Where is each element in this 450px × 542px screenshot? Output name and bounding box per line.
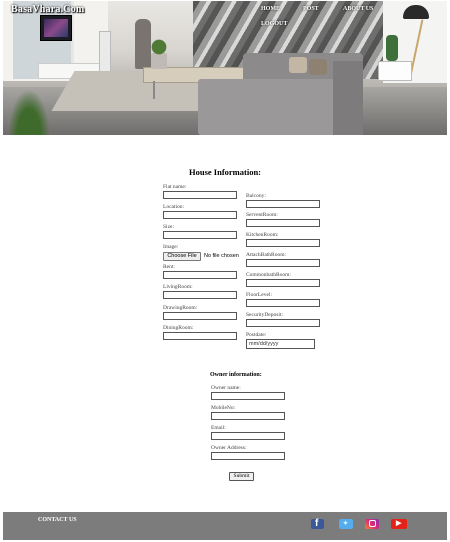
owner-info-title: Owner information:: [210, 372, 262, 378]
email-label: Email:: [211, 425, 226, 431]
hero-plant: [149, 39, 169, 55]
drawing-room-input[interactable]: [163, 312, 237, 320]
security-deposit-input[interactable]: [246, 319, 320, 327]
balcony-label: Balcony:: [246, 193, 266, 199]
servent-room-input[interactable]: [246, 219, 320, 227]
owner-address-input[interactable]: [211, 452, 285, 460]
hero-banner: BasaVhara.Com HOME POST ABOUT US LOGOUT: [3, 1, 447, 135]
hero-tv: [40, 15, 72, 41]
servent-room-label: ServentRoom:: [246, 212, 278, 218]
mobile-no-input[interactable]: [211, 412, 285, 420]
flat-name-label: Flat name:: [163, 184, 187, 190]
instagram-icon[interactable]: [365, 519, 379, 529]
attach-bathroom-input[interactable]: [246, 259, 320, 267]
youtube-icon[interactable]: ▶: [391, 519, 407, 529]
floor-level-input[interactable]: [246, 299, 320, 307]
footer: CONTACT US f ✦ ▶: [3, 512, 447, 540]
owner-name-label: Owner name:: [211, 385, 241, 391]
flat-name-input[interactable]: [163, 191, 237, 199]
living-room-label: LivingRoom:: [163, 284, 193, 290]
contact-us-link[interactable]: CONTACT US: [38, 517, 77, 523]
nav-logout[interactable]: LOGOUT: [261, 21, 287, 27]
location-input[interactable]: [163, 211, 237, 219]
file-status-text: No file chosen: [204, 253, 239, 259]
submit-button[interactable]: Submit: [229, 472, 254, 481]
mobile-no-label: MobileNo:: [211, 405, 236, 411]
rent-input[interactable]: [163, 271, 237, 279]
location-label: Location:: [163, 204, 185, 210]
dining-room-input[interactable]: [163, 332, 237, 340]
common-bathroom-input[interactable]: [246, 279, 320, 287]
hero-plant-pot: [151, 53, 167, 69]
postdate-label: Postdate:: [246, 332, 267, 338]
kitchen-room-label: KitchenRoom:: [246, 232, 279, 238]
hero-speaker: [99, 31, 111, 73]
postdate-input[interactable]: mm/dd/yyyy: [246, 339, 315, 349]
dining-room-label: DiningRoom:: [163, 325, 194, 331]
common-bathroom-label: CommonbathRoom:: [246, 272, 291, 278]
site-logo[interactable]: BasaVhara.Com: [11, 4, 84, 15]
image-label: Image:: [163, 244, 179, 250]
drawing-room-label: DrawingRoom:: [163, 305, 198, 311]
owner-name-input[interactable]: [211, 392, 285, 400]
hero-cactus: [386, 35, 398, 61]
house-info-title: House Information:: [188, 167, 261, 177]
hero-stool: [378, 61, 412, 81]
nav-post[interactable]: POST: [303, 6, 319, 12]
security-deposit-label: SecurityDeposit:: [246, 312, 283, 318]
hero-plant-left: [8, 89, 50, 135]
nav-about-us[interactable]: ABOUT US: [343, 6, 373, 12]
nav-home[interactable]: HOME: [261, 6, 280, 12]
floor-level-label: FloorLevel:: [246, 292, 272, 298]
kitchen-room-input[interactable]: [246, 239, 320, 247]
email-input[interactable]: [211, 432, 285, 440]
choose-file-button[interactable]: Choose File: [163, 252, 201, 261]
twitter-icon[interactable]: ✦: [339, 519, 353, 529]
facebook-icon[interactable]: f: [311, 518, 324, 529]
owner-address-label: Owner Address:: [211, 445, 247, 451]
rent-label: Rent:: [163, 264, 175, 270]
size-label: Size:: [163, 224, 174, 230]
balcony-input[interactable]: [246, 200, 320, 208]
attach-bathroom-label: AttachBathRoom:: [246, 252, 287, 258]
living-room-input[interactable]: [163, 291, 237, 299]
size-input[interactable]: [163, 231, 237, 239]
